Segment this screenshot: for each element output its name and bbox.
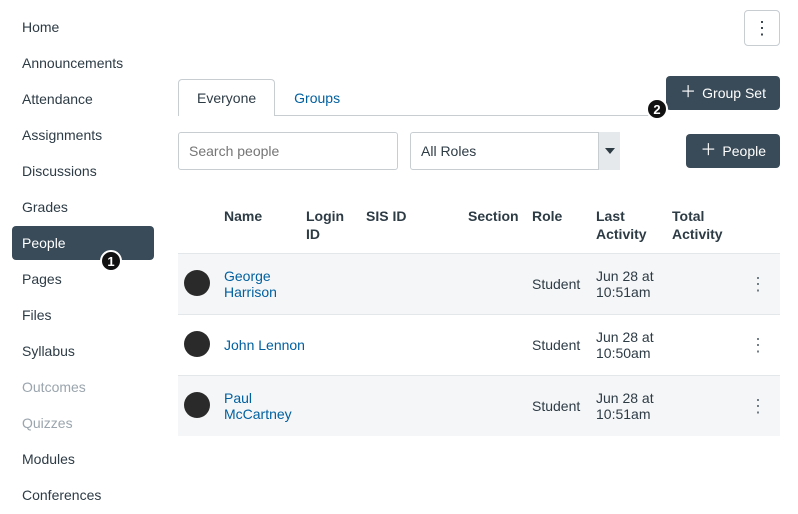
people-tabs: Everyone Groups — [178, 79, 654, 116]
page-options-button[interactable]: ⋮ — [744, 10, 780, 46]
add-group-set-button[interactable]: ＋ Group Set — [666, 76, 780, 110]
user-link[interactable]: Paul McCartney — [224, 390, 292, 422]
col-sis-id: SIS ID — [366, 208, 468, 243]
cell-role: Student — [532, 337, 596, 353]
cell-role: Student — [532, 276, 596, 292]
nav-people-label: People — [22, 235, 66, 251]
nav-people[interactable]: People 1 — [12, 226, 154, 260]
nav-pages[interactable]: Pages — [12, 262, 154, 296]
nav-announcements[interactable]: Announcements — [12, 46, 154, 80]
table-row: John Lennon Student Jun 28 at 10:50am ⋮ — [178, 314, 780, 375]
tab-everyone[interactable]: Everyone — [178, 79, 275, 116]
plus-icon: ＋ — [700, 143, 716, 159]
row-options-button[interactable]: ⋮ — [742, 335, 774, 356]
main-content: ⋮ Everyone Groups ＋ Group Set 2 All Role… — [160, 0, 798, 514]
group-set-label: Group Set — [702, 85, 766, 101]
nav-files[interactable]: Files — [12, 298, 154, 332]
col-role: Role — [532, 208, 596, 243]
tab-groups[interactable]: Groups — [275, 79, 359, 116]
col-section: Section — [468, 208, 532, 243]
row-options-button[interactable]: ⋮ — [742, 274, 774, 295]
cell-last-activity: Jun 28 at 10:51am — [596, 390, 672, 422]
nav-syllabus[interactable]: Syllabus — [12, 334, 154, 368]
nav-outcomes[interactable]: Outcomes — [12, 370, 154, 404]
row-options-button[interactable]: ⋮ — [742, 396, 774, 417]
cell-role: Student — [532, 398, 596, 414]
table-row: Paul McCartney Student Jun 28 at 10:51am… — [178, 375, 780, 436]
nav-modules[interactable]: Modules — [12, 442, 154, 476]
cell-last-activity: Jun 28 at 10:51am — [596, 268, 672, 300]
people-table: Name Login ID SIS ID Section Role Last A… — [178, 198, 780, 436]
search-people-input[interactable] — [178, 132, 398, 170]
nav-attendance[interactable]: Attendance — [12, 82, 154, 116]
nav-grades[interactable]: Grades — [12, 190, 154, 224]
avatar — [184, 392, 210, 418]
course-nav: Home Announcements Attendance Assignment… — [0, 0, 160, 514]
role-filter[interactable]: All Roles — [410, 132, 620, 170]
badge-group-set: 2 — [646, 98, 668, 120]
user-link[interactable]: George Harrison — [224, 268, 277, 300]
plus-icon: ＋ — [680, 85, 696, 101]
chevron-down-icon — [598, 132, 620, 170]
avatar — [184, 270, 210, 296]
add-people-button[interactable]: ＋ People — [686, 134, 780, 168]
user-link[interactable]: John Lennon — [224, 337, 305, 353]
col-login-id: Login ID — [306, 208, 366, 243]
col-name: Name — [224, 208, 306, 243]
cell-last-activity: Jun 28 at 10:50am — [596, 329, 672, 361]
table-header-row: Name Login ID SIS ID Section Role Last A… — [178, 198, 780, 253]
nav-conferences[interactable]: Conferences — [12, 478, 154, 512]
nav-assignments[interactable]: Assignments — [12, 118, 154, 152]
col-total-activity: Total Activity — [672, 208, 742, 243]
kebab-icon: ⋮ — [753, 19, 771, 37]
add-people-label: People — [722, 143, 766, 159]
nav-discussions[interactable]: Discussions — [12, 154, 154, 188]
avatar — [184, 331, 210, 357]
nav-home[interactable]: Home — [12, 10, 154, 44]
role-selected-label: All Roles — [421, 143, 476, 159]
table-row: George Harrison Student Jun 28 at 10:51a… — [178, 253, 780, 314]
nav-quizzes[interactable]: Quizzes — [12, 406, 154, 440]
col-last-activity: Last Activity — [596, 208, 672, 243]
